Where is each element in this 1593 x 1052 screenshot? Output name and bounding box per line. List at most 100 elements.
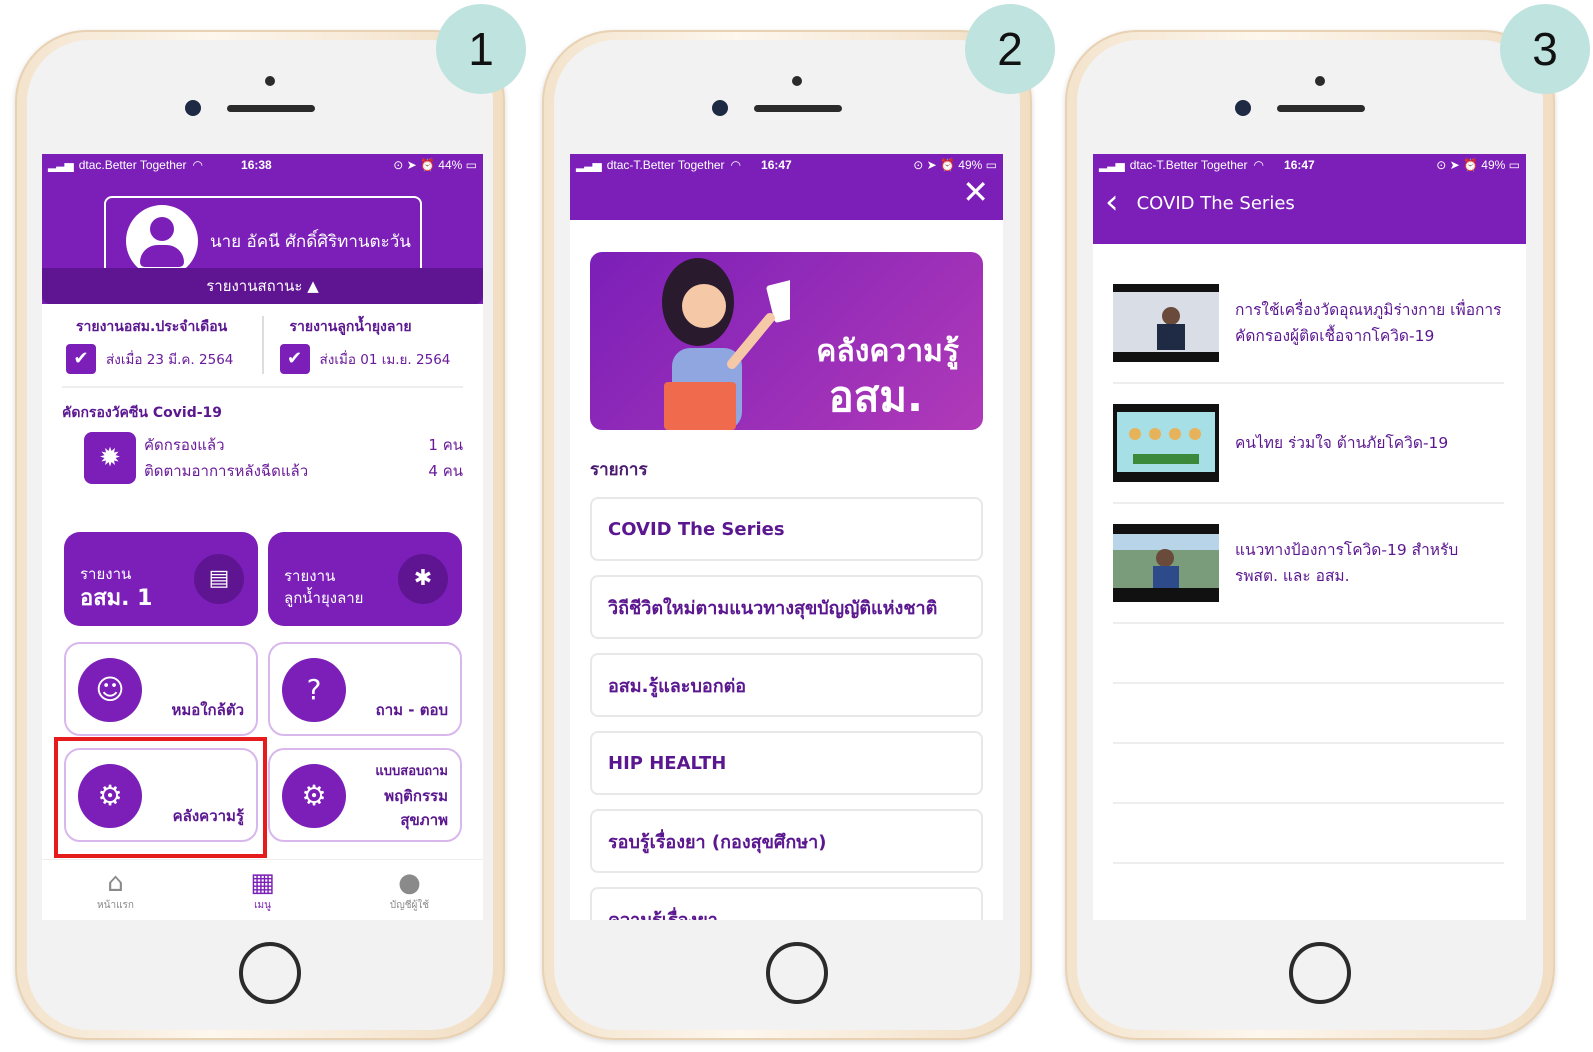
covid-title: คัดกรองวัคซีน Covid-19 xyxy=(62,405,223,421)
step-badge-3: 3 xyxy=(1500,4,1590,94)
larva-report-title: รายงานลูกน้ำยุงลาย xyxy=(289,319,412,335)
report-summary: รายงานอสม.ประจำเดือน ✔ ส่งเมื่อ 23 มี.ค. … xyxy=(42,304,483,374)
tab-account[interactable]: ● บัญชีผู้ใช้ xyxy=(336,860,483,920)
grid-icon: ▦ xyxy=(250,868,275,898)
modal-header: ▂▃▅ dtac-T.Better Together ◠ 16:47 ⊙ ➤ ⏰… xyxy=(570,154,1003,220)
video-title: คนไทย ร่วมใจ ต้านภัยโควิด-19 xyxy=(1235,434,1449,452)
knowledge-banner: คลังความรู้ อสม. xyxy=(590,252,983,430)
video-item[interactable]: แนวทางป้องการโควิด-19 สำหรับ รพสต. และ อ… xyxy=(1113,504,1504,624)
wifi-icon: ◠ xyxy=(192,158,204,172)
phone-frame-2: ▂▃▅ dtac-T.Better Together ◠ 16:47 ⊙ ➤ ⏰… xyxy=(542,30,1032,1040)
banner-subtitle: อสม. xyxy=(828,372,924,421)
front-camera xyxy=(1235,100,1251,116)
clock: 16:47 xyxy=(761,158,792,172)
tab-label: บัญชีผู้ใช้ xyxy=(389,900,430,911)
status-icons: ⊙ ➤ ⏰ 49% ▭ xyxy=(1436,158,1520,172)
home-icon: ⌂ xyxy=(107,868,124,898)
followed-value: 4 คน xyxy=(428,462,463,480)
video-thumbnail xyxy=(1113,404,1219,482)
carrier: dtac.Better Together xyxy=(78,158,187,172)
empty-row xyxy=(1113,624,1504,684)
tile-title: อสม. 1 xyxy=(80,586,153,611)
check-icon: ✔ xyxy=(279,344,310,374)
front-camera xyxy=(712,100,728,116)
battery-level: 44% xyxy=(438,158,463,172)
video-item[interactable]: คนไทย ร่วมใจ ต้านภัยโควิด-19 xyxy=(1113,384,1504,504)
monthly-report: รายงานอสม.ประจำเดือน ✔ ส่งเมื่อ 23 มี.ค. … xyxy=(60,316,252,374)
phone-frame-3: ▂▃▅ dtac-T.Better Together ◠ 16:47 ⊙ ➤ ⏰… xyxy=(1065,30,1555,1040)
list-item[interactable]: ความรู้เรื่องยา xyxy=(590,887,983,920)
list-item[interactable]: COVID The Series xyxy=(590,497,983,561)
list-item[interactable]: วิถีชีวิตใหม่ตามแนวทางสุขบัญญัติแห่งชาติ xyxy=(590,575,983,639)
survey-line-1: แบบสอบถาม xyxy=(375,764,448,779)
survey-line-3: สุขภาพ xyxy=(400,811,448,829)
head-gear-icon: ⚙ xyxy=(282,764,346,828)
tab-home[interactable]: ⌂ หน้าแรก xyxy=(42,860,189,920)
home-button[interactable] xyxy=(766,942,828,1004)
battery-level: 49% xyxy=(958,158,983,172)
video-thumbnail xyxy=(1113,524,1219,602)
video-item[interactable]: การใช้เครื่องวัดอุณหภูมิร่างกาย เพื่อการ… xyxy=(1113,264,1504,384)
screen-2: ▂▃▅ dtac-T.Better Together ◠ 16:47 ⊙ ➤ ⏰… xyxy=(570,154,1003,920)
clock: 16:47 xyxy=(1284,158,1315,172)
speaker xyxy=(1277,105,1365,112)
tab-menu[interactable]: ▦ เมนู xyxy=(189,860,336,920)
list-item[interactable]: อสม.รู้และบอกต่อ xyxy=(590,653,983,717)
larva-report-date: ส่งเมื่อ 01 เม.ย. 2564 xyxy=(319,352,451,368)
screened-value: 1 คน xyxy=(428,436,463,454)
status-bar: ▂▃▅ dtac-T.Better Together ◠ 16:47 ⊙ ➤ ⏰… xyxy=(1093,154,1526,176)
page-header: ▂▃▅ dtac-T.Better Together ◠ 16:47 ⊙ ➤ ⏰… xyxy=(1093,154,1526,244)
tile-label: ถาม - ตอบ xyxy=(375,701,448,719)
user-name: นาย อัคนี ศักดิ์ศิริทานตะวัน xyxy=(210,231,411,252)
followed-label: ติดตามอาการหลังฉีดแล้ว xyxy=(144,462,309,480)
signal-icon: ▂▃▅ xyxy=(48,158,74,172)
survey-tile[interactable]: ⚙ แบบสอบถามพฤติกรรมสุขภาพ xyxy=(268,748,462,842)
list-item[interactable]: HIP HEALTH xyxy=(590,731,983,795)
home-button[interactable] xyxy=(239,942,301,1004)
back-icon[interactable]: ‹ xyxy=(1105,182,1119,222)
report-osm1-tile[interactable]: รายงาน อสม. 1 ▤ xyxy=(64,532,258,626)
phone-frame-1: ▂▃▅ dtac.Better Together ◠ 16:38 ⊙ ➤ ⏰ 4… xyxy=(15,30,505,1040)
video-title: การใช้เครื่องวัดอุณหภูมิร่างกาย เพื่อการ… xyxy=(1235,301,1502,345)
doctor-tile[interactable]: ☺ หมอใกล้ตัว xyxy=(64,642,258,736)
tile-label: แบบสอบถามพฤติกรรมสุขภาพ xyxy=(375,758,448,832)
teacher-illustration xyxy=(662,258,790,430)
document-icon: ▤ xyxy=(194,554,244,604)
clock: 16:38 xyxy=(241,158,272,172)
home-button[interactable] xyxy=(1289,942,1351,1004)
report-larva-tile[interactable]: รายงาน ลูกน้ำยุงลาย ✱ xyxy=(268,532,462,626)
virus-icon: ✹ xyxy=(84,432,136,484)
avatar-icon xyxy=(126,205,198,277)
battery-level: 49% xyxy=(1481,158,1506,172)
monthly-report-date: ส่งเมื่อ 23 มี.ค. 2564 xyxy=(106,352,234,368)
video-title: แนวทางป้องการโควิด-19 สำหรับ รพสต. และ อ… xyxy=(1235,541,1459,585)
mosquito-icon: ✱ xyxy=(398,554,448,604)
doctor-icon: ☺ xyxy=(78,658,142,722)
tile-title: ลูกน้ำยุงลาย xyxy=(284,589,364,607)
tab-label: หน้าแรก xyxy=(97,900,134,911)
empty-row xyxy=(1113,804,1504,864)
screen-3: ▂▃▅ dtac-T.Better Together ◠ 16:47 ⊙ ➤ ⏰… xyxy=(1093,154,1526,920)
tab-bar: ⌂ หน้าแรก ▦ เมนู ● บัญชีผู้ใช้ xyxy=(42,859,483,920)
close-icon[interactable]: ✕ xyxy=(962,176,989,208)
status-bar: ▂▃▅ dtac.Better Together ◠ 16:38 ⊙ ➤ ⏰ 4… xyxy=(42,154,483,176)
qa-tile[interactable]: ? ถาม - ตอบ xyxy=(268,642,462,736)
speaker xyxy=(754,105,842,112)
status-toggle[interactable]: รายงานสถานะ ▲ xyxy=(42,268,483,304)
survey-line-2: พฤติกรรม xyxy=(384,787,448,805)
covid-screening: คัดกรองวัคซีน Covid-19 ✹ คัดกรองแล้ว 1 คน… xyxy=(42,388,483,484)
status-icons: ⊙ ➤ ⏰ 49% ▭ xyxy=(913,158,997,172)
status-icons: ⊙ ➤ ⏰ 44% ▭ xyxy=(393,158,477,172)
wifi-icon: ◠ xyxy=(1253,158,1265,172)
tile-label: รายงาน xyxy=(284,567,336,585)
monthly-report-title: รายงานอสม.ประจำเดือน xyxy=(76,319,228,335)
screened-label: คัดกรองแล้ว xyxy=(144,436,225,454)
signal-icon: ▂▃▅ xyxy=(576,158,602,172)
list-item[interactable]: รอบรู้เรื่องยา (กองสุขศึกษา) xyxy=(590,809,983,873)
front-camera xyxy=(185,100,201,116)
tab-label: เมนู xyxy=(254,900,271,911)
section-label: รายการ xyxy=(590,460,648,480)
sensor xyxy=(265,76,275,86)
step-badge-2: 2 xyxy=(965,4,1055,94)
wifi-icon: ◠ xyxy=(730,158,742,172)
